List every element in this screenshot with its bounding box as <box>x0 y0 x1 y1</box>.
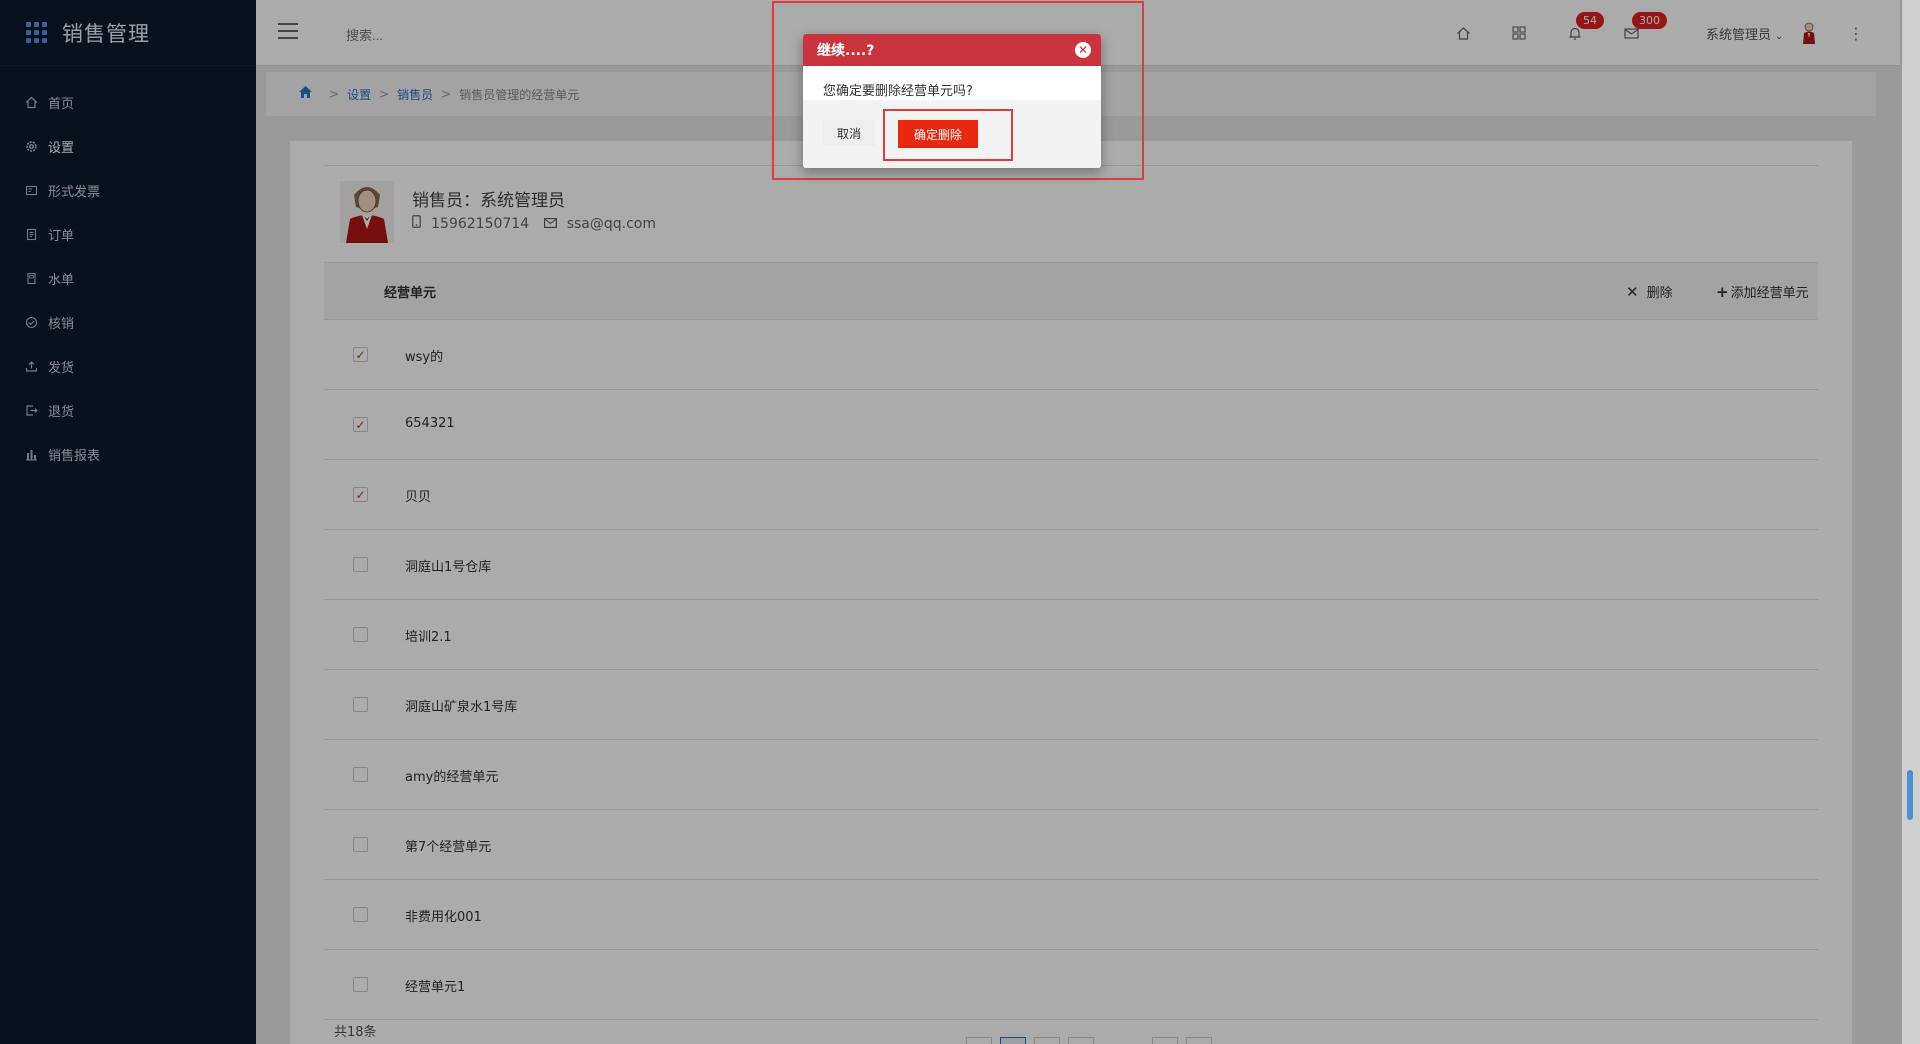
cancel-button[interactable]: 取消 <box>823 120 876 146</box>
close-icon[interactable]: ✕ <box>1075 42 1091 58</box>
dialog-header: 继续....? ✕ <box>803 34 1101 66</box>
dialog-title: 继续....? <box>817 43 875 59</box>
confirm-button-highlight-box <box>883 109 1013 161</box>
page-scrollbar[interactable] <box>1902 0 1920 1044</box>
scrollbar-thumb[interactable] <box>1907 770 1913 820</box>
